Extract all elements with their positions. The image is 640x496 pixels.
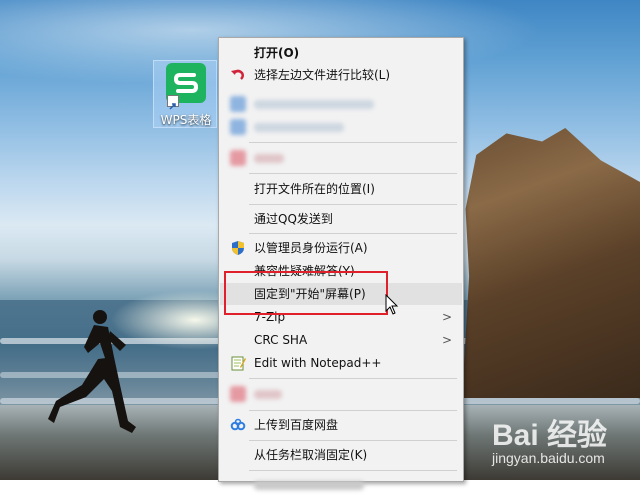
menu-item-label: 以管理员身份运行(A)	[254, 241, 368, 255]
menu-item-label: 打开文件所在的位置(I)	[254, 182, 375, 196]
baidu-jingyan-watermark: Bai 经验 jingyan.baidu.com	[492, 410, 640, 480]
menu-separator	[249, 440, 457, 441]
blurred-icon	[230, 119, 246, 135]
blurred-label	[254, 100, 374, 109]
menu-item-open-file-location[interactable]: 打开文件所在的位置(I)	[220, 178, 462, 200]
menu-item-cut-off[interactable]	[220, 474, 462, 496]
menu-item-edit-notepadpp[interactable]: Edit with Notepad++	[220, 352, 462, 374]
menu-item-blurred[interactable]	[220, 383, 462, 405]
menu-item-upload-baidu-netdisk[interactable]: 上传到百度网盘	[220, 414, 462, 436]
blurred-label	[254, 390, 282, 399]
menu-item-label: 打开(O)	[254, 46, 300, 60]
menu-separator	[249, 233, 457, 234]
annotation-highlight-box	[224, 271, 388, 315]
desktop-icon-label: WPS表格	[160, 113, 212, 127]
menu-separator	[249, 142, 457, 143]
uac-shield-icon	[230, 240, 246, 256]
watermark-logo: Bai 经验	[492, 419, 608, 452]
menu-item-send-via-qq[interactable]: 通过QQ发送到	[220, 208, 462, 230]
watermark-url: jingyan.baidu.com	[492, 450, 605, 466]
menu-item-label: 通过QQ发送到	[254, 212, 333, 226]
menu-item-blurred[interactable]	[220, 93, 462, 115]
blurred-icon	[230, 150, 246, 166]
mouse-cursor-icon	[385, 294, 399, 315]
menu-separator	[249, 410, 457, 411]
menu-item-label: 选择左边文件进行比较(L)	[254, 68, 391, 82]
context-menu: 打开(O) 选择左边文件进行比较(L) 打开文件所在的位置(I) 通过QQ发送到	[218, 37, 464, 490]
menu-item-label: CRC SHA	[254, 333, 308, 347]
chevron-right-icon: >	[441, 310, 452, 324]
menu-separator	[249, 173, 457, 174]
chevron-right-icon: >	[441, 333, 452, 347]
blurred-label	[254, 481, 364, 490]
menu-item-label: Edit with Notepad++	[254, 356, 382, 370]
desktop-shortcut-wps[interactable]: WPS表格	[153, 60, 217, 128]
menu-item-label: 上传到百度网盘	[254, 418, 339, 432]
undo-arrow-icon	[230, 67, 246, 83]
menu-item-blurred[interactable]	[220, 147, 462, 169]
menu-separator	[249, 204, 457, 205]
menu-item-label: 从任务栏取消固定(K)	[254, 448, 368, 462]
menu-separator	[249, 470, 457, 471]
menu-item-unpin-taskbar[interactable]: 从任务栏取消固定(K)	[220, 444, 462, 466]
menu-item-crc-sha[interactable]: CRC SHA >	[220, 329, 462, 351]
blurred-label	[254, 154, 284, 163]
baidu-netdisk-icon	[230, 417, 246, 433]
wallpaper-runner-silhouette	[48, 310, 136, 433]
menu-item-run-as-admin[interactable]: 以管理员身份运行(A)	[220, 237, 462, 259]
wallpaper-cliff	[462, 128, 640, 398]
menu-item-open[interactable]: 打开(O)	[220, 42, 462, 64]
blurred-icon	[230, 386, 246, 402]
blurred-label	[254, 123, 344, 132]
menu-item-blurred[interactable]	[220, 116, 462, 138]
shortcut-arrow-icon	[167, 95, 179, 110]
menu-separator	[249, 378, 457, 379]
notepad-plus-plus-icon	[230, 355, 246, 371]
blurred-icon	[230, 96, 246, 112]
menu-item-compare-left[interactable]: 选择左边文件进行比较(L)	[220, 64, 462, 86]
